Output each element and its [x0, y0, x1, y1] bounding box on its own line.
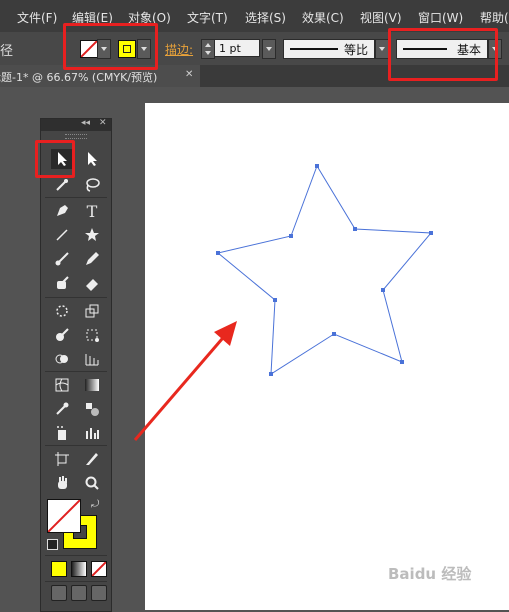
anchor-point — [269, 372, 273, 376]
collapse-icon[interactable]: ◂◂ — [81, 118, 90, 128]
none-slash-icon — [92, 562, 106, 576]
draw-inside-icon[interactable] — [91, 585, 107, 601]
close-panel-icon[interactable]: ✕ — [99, 118, 107, 128]
star-tool-icon[interactable] — [81, 225, 103, 245]
draw-normal-icon[interactable] — [51, 585, 67, 601]
gradient-mode-button[interactable] — [71, 561, 87, 577]
lasso-tool-icon[interactable] — [81, 175, 103, 195]
warp-tool-icon[interactable] — [51, 325, 73, 345]
pencil-tool-icon[interactable] — [81, 249, 103, 269]
gradient-tool-icon[interactable] — [81, 375, 103, 395]
slice-tool-icon[interactable] — [81, 449, 103, 469]
color-mode-button[interactable] — [51, 561, 67, 577]
anchor-point — [353, 227, 357, 231]
anchor-point — [289, 234, 293, 238]
blob-brush-tool-icon[interactable] — [51, 273, 73, 293]
blend-tool-icon[interactable] — [81, 399, 103, 419]
anchor-point — [315, 164, 319, 168]
highlight-fill-stroke — [63, 23, 158, 70]
perspective-grid-tool-icon[interactable] — [81, 349, 103, 369]
anchor-point — [400, 360, 404, 364]
free-transform-tool-icon[interactable] — [81, 325, 103, 345]
separator — [45, 581, 107, 582]
anchor-point — [332, 332, 336, 336]
star-path — [216, 164, 433, 375]
swap-colors-icon[interactable]: ⤾ — [91, 499, 99, 510]
none-mode-button[interactable] — [91, 561, 107, 577]
separator — [45, 297, 107, 298]
separator — [45, 371, 107, 372]
zoom-tool-icon[interactable] — [81, 473, 103, 493]
column-graph-tool-icon[interactable] — [81, 423, 103, 443]
scale-tool-icon[interactable] — [81, 301, 103, 321]
red-arrow-icon — [133, 321, 237, 441]
draw-behind-icon[interactable] — [71, 585, 87, 601]
artboard-tool-icon[interactable] — [51, 449, 73, 469]
magic-wand-tool-icon[interactable] — [51, 175, 73, 195]
type-tool-icon[interactable]: T — [81, 201, 103, 221]
tools-panel-header[interactable]: ◂◂ ✕ — [41, 118, 111, 131]
anchor-point — [381, 288, 385, 292]
highlight-selection-tool — [35, 140, 75, 178]
separator — [45, 445, 107, 446]
separator — [45, 555, 107, 556]
anchor-point — [216, 251, 220, 255]
anchor-point — [273, 298, 277, 302]
hand-tool-icon[interactable] — [51, 473, 73, 493]
default-colors-icon[interactable] — [47, 539, 58, 550]
none-slash-icon — [48, 500, 80, 532]
eyedropper-tool-icon[interactable] — [51, 399, 73, 419]
line-tool-icon[interactable] — [51, 225, 73, 245]
shape-builder-tool-icon[interactable] — [51, 349, 73, 369]
eraser-tool-icon[interactable] — [81, 273, 103, 293]
mesh-tool-icon[interactable] — [51, 375, 73, 395]
highlight-brush-definition — [388, 28, 498, 81]
paintbrush-tool-icon[interactable] — [51, 249, 73, 269]
direct-selection-tool-icon[interactable] — [81, 149, 103, 169]
watermark: Baidu 经验 — [388, 565, 472, 583]
anchor-point — [429, 231, 433, 235]
fill-color-box[interactable] — [47, 499, 81, 533]
grip-icon[interactable] — [65, 134, 87, 139]
symbol-sprayer-tool-icon[interactable] — [51, 423, 73, 443]
tools-panel: ◂◂ ✕ T ⤾ — [40, 118, 112, 612]
separator — [45, 197, 107, 198]
rotate-tool-icon[interactable] — [51, 301, 73, 321]
pen-tool-icon[interactable] — [51, 201, 73, 221]
